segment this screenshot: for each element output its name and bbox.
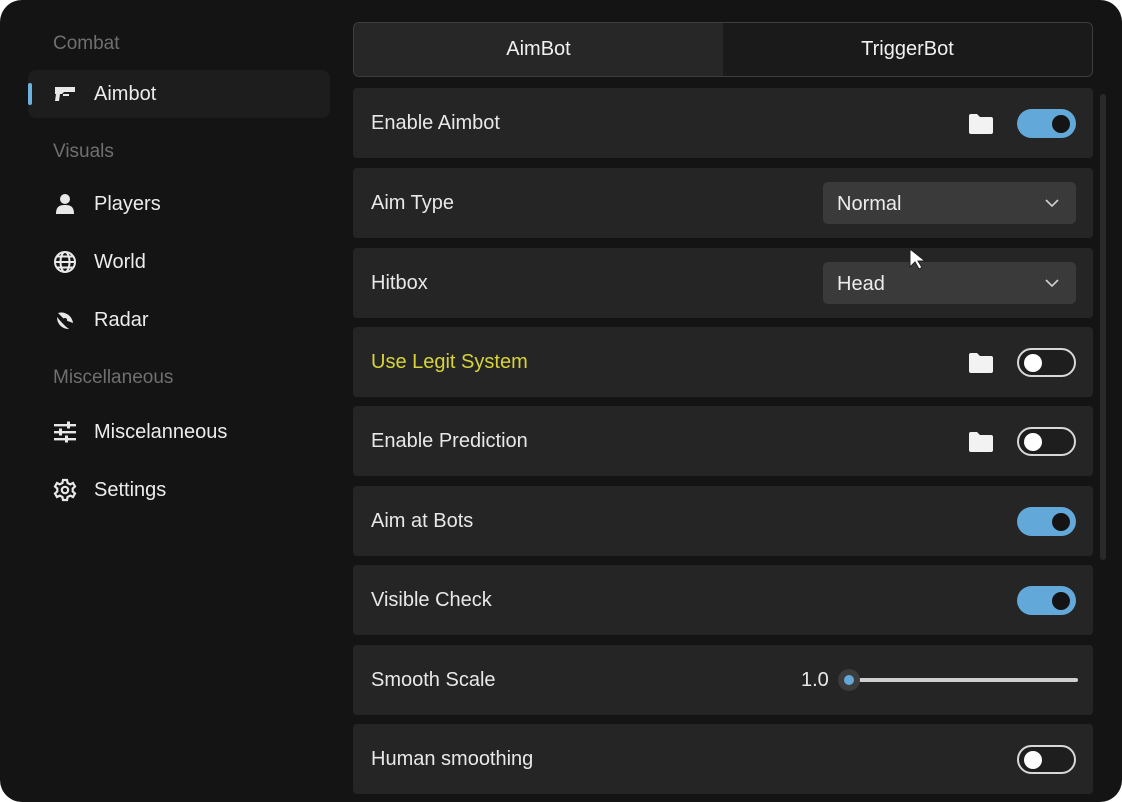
sidebar: Combat Aimbot Visuals Players World Rada… xyxy=(0,0,340,802)
dropdown-value: Normal xyxy=(837,193,902,215)
sidebar-item-players[interactable]: Players xyxy=(28,180,330,228)
section-label-visuals: Visuals xyxy=(53,141,114,162)
mouse-cursor-icon xyxy=(909,248,927,270)
tab-triggerbot[interactable]: TriggerBot xyxy=(723,23,1092,76)
sidebar-item-label: Aimbot xyxy=(94,83,157,105)
setting-label: Enable Prediction xyxy=(371,430,528,452)
scrollbar[interactable] xyxy=(1100,94,1106,560)
visible-check-toggle[interactable] xyxy=(1017,586,1076,615)
dropdown-value: Head xyxy=(837,273,885,295)
setting-row-visible-check: Visible Check xyxy=(353,565,1093,635)
setting-label: Hitbox xyxy=(371,272,428,294)
app-window: Combat Aimbot Visuals Players World Rada… xyxy=(0,0,1122,802)
sidebar-item-label: Players xyxy=(94,193,161,215)
enable-prediction-toggle[interactable] xyxy=(1017,427,1076,456)
slider-value: 1.0 xyxy=(801,669,829,691)
setting-label: Human smoothing xyxy=(371,748,534,770)
setting-label: Enable Aimbot xyxy=(371,112,500,134)
setting-label: Visible Check xyxy=(371,589,492,611)
setting-row-aim-at-bots: Aim at Bots xyxy=(353,486,1093,556)
sidebar-item-label: Miscelanneous xyxy=(94,421,228,443)
setting-row-enable-aimbot: Enable Aimbot xyxy=(353,88,1093,158)
sidebar-item-label: World xyxy=(94,251,146,273)
aim-at-bots-toggle[interactable] xyxy=(1017,507,1076,536)
person-icon xyxy=(52,192,78,216)
gun-icon xyxy=(52,82,78,106)
radar-icon xyxy=(52,308,78,332)
setting-row-enable-prediction: Enable Prediction xyxy=(353,406,1093,476)
sliders-icon xyxy=(52,420,78,444)
setting-row-aim-type: Aim Type Normal xyxy=(353,168,1093,238)
sidebar-item-label: Radar xyxy=(94,309,149,331)
gear-icon xyxy=(52,478,78,502)
setting-row-human-smoothing: Human smoothing xyxy=(353,724,1093,794)
setting-row-hitbox: Hitbox Head xyxy=(353,248,1093,318)
smooth-scale-slider-handle[interactable] xyxy=(838,669,860,691)
human-smoothing-toggle[interactable] xyxy=(1017,745,1076,774)
setting-row-smooth-scale: Smooth Scale 1.0 xyxy=(353,645,1093,715)
folder-icon[interactable] xyxy=(968,431,994,453)
section-label-miscellaneous: Miscellaneous xyxy=(53,367,174,388)
smooth-scale-slider-track[interactable] xyxy=(849,678,1078,682)
sidebar-item-miscelanneous[interactable]: Miscelanneous xyxy=(28,408,330,456)
aim-type-dropdown[interactable]: Normal xyxy=(823,182,1076,224)
setting-row-use-legit-system: Use Legit System xyxy=(353,327,1093,397)
hitbox-dropdown[interactable]: Head xyxy=(823,262,1076,304)
use-legit-system-toggle[interactable] xyxy=(1017,348,1076,377)
setting-label: Aim at Bots xyxy=(371,510,474,532)
sidebar-item-world[interactable]: World xyxy=(28,238,330,286)
chevron-down-icon xyxy=(1045,199,1059,208)
setting-label: Smooth Scale xyxy=(371,669,496,691)
tab-aimbot[interactable]: AimBot xyxy=(354,23,723,76)
setting-label: Use Legit System xyxy=(371,351,528,373)
folder-icon[interactable] xyxy=(968,113,994,135)
sidebar-item-settings[interactable]: Settings xyxy=(28,466,330,514)
setting-label: Aim Type xyxy=(371,192,454,214)
folder-icon[interactable] xyxy=(968,352,994,374)
enable-aimbot-toggle[interactable] xyxy=(1017,109,1076,138)
section-label-combat: Combat xyxy=(53,33,120,54)
sidebar-item-radar[interactable]: Radar xyxy=(28,296,330,344)
sidebar-item-label: Settings xyxy=(94,479,167,501)
active-indicator xyxy=(28,83,32,105)
tab-bar: AimBot TriggerBot xyxy=(353,22,1093,77)
globe-icon xyxy=(52,250,78,274)
chevron-down-icon xyxy=(1045,279,1059,288)
sidebar-item-aimbot[interactable]: Aimbot xyxy=(28,70,330,118)
